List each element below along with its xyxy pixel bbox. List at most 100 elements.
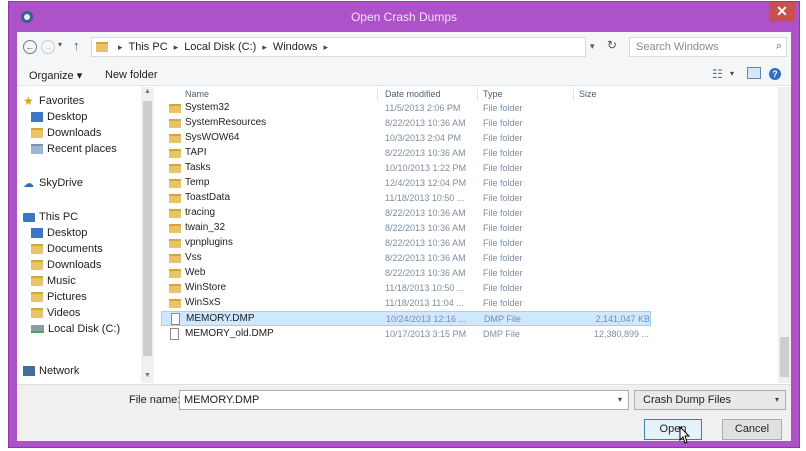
scroll-thumb[interactable] [780, 337, 789, 377]
file-row[interactable]: vpnplugins 8/22/2013 10:36 AM File folde… [161, 236, 651, 251]
folder-icon [169, 149, 181, 158]
nav-this-pc[interactable]: This PC [23, 209, 78, 225]
column-name[interactable]: Name [185, 89, 209, 99]
file-row[interactable]: WinSxS 11/18/2013 11:04 ... File folder [161, 296, 651, 311]
nav-pc-downloads[interactable]: Downloads [31, 257, 101, 273]
folder-icon [169, 239, 181, 248]
search-icon[interactable]: ⌕ [776, 40, 782, 53]
nav-skydrive[interactable]: ☁ SkyDrive [23, 175, 83, 191]
file-row[interactable]: tracing 8/22/2013 10:36 AM File folder [161, 206, 651, 221]
nav-documents[interactable]: Documents [31, 241, 103, 257]
nav-network[interactable]: Network [23, 363, 79, 379]
file-row[interactable]: System32 11/5/2013 2:06 PM File folder [161, 101, 651, 116]
chevron-down-icon[interactable]: ▾ [618, 395, 622, 404]
file-name-input[interactable]: MEMORY.DMP ▾ [179, 390, 629, 410]
column-headers: Name Date modified Type Size [161, 87, 778, 101]
new-folder-button[interactable]: New folder [105, 69, 158, 81]
recent-locations-button[interactable]: ▾ [58, 40, 62, 49]
chevron-down-icon[interactable]: ▾ [590, 41, 595, 52]
file-row[interactable]: TAPI 8/22/2013 10:36 AM File folder [161, 146, 651, 161]
file-date: 10/17/2013 3:15 PM [385, 329, 467, 339]
recent-places-icon [31, 144, 43, 154]
nav-label: Local Disk (C:) [48, 323, 121, 335]
view-options-icon[interactable]: ☷ [712, 67, 723, 81]
file-type: File folder [483, 103, 523, 113]
chevron-down-icon[interactable]: ▾ [775, 395, 779, 404]
breadcrumb-local-disk[interactable]: Local Disk (C:) [184, 41, 256, 53]
network-icon [23, 366, 35, 376]
nav-favorites[interactable]: ★ Favorites [23, 93, 84, 109]
file-type: File folder [483, 253, 523, 263]
file-row[interactable]: twain_32 8/22/2013 10:36 AM File folder [161, 221, 651, 236]
nav-label: This PC [39, 211, 79, 223]
open-button[interactable]: Open [644, 419, 702, 440]
cancel-button[interactable]: Cancel [722, 419, 782, 440]
preview-pane-icon[interactable] [747, 67, 761, 79]
column-size[interactable]: Size [579, 89, 597, 99]
nav-pc-desktop[interactable]: Desktop [31, 225, 87, 241]
folder-icon [169, 224, 181, 233]
file-date: 12/4/2013 12:04 PM [385, 178, 467, 188]
nav-label: Videos [47, 307, 81, 319]
nav-desktop[interactable]: Desktop [31, 109, 87, 125]
file-row[interactable]: ToastData 11/18/2013 10:50 ... File fold… [161, 191, 651, 206]
search-input[interactable]: Search Windows ⌕ [629, 37, 787, 57]
file-row[interactable]: Temp 12/4/2013 12:04 PM File folder [161, 176, 651, 191]
back-button[interactable]: ← [23, 40, 37, 54]
nav-label: Desktop [47, 111, 88, 123]
file-row[interactable]: Tasks 10/10/2013 1:22 PM File folder [161, 161, 651, 176]
scroll-down-icon[interactable]: ▼ [144, 372, 151, 379]
file-size: 12,380,899 ... [593, 329, 649, 339]
nav-recent-places[interactable]: Recent places [31, 141, 117, 157]
nav-local-disk[interactable]: Local Disk (C:) [31, 321, 120, 337]
column-type[interactable]: Type [483, 89, 503, 99]
nav-downloads[interactable]: Downloads [31, 125, 101, 141]
up-button[interactable]: ↑ [73, 38, 80, 53]
file-name: vpnplugins [185, 237, 233, 248]
file-name: MEMORY.DMP [186, 313, 255, 324]
file-list: Name Date modified Type Size System32 11… [161, 87, 778, 383]
file-list-scrollbar[interactable] [778, 87, 791, 383]
file-type: DMP File [483, 329, 520, 339]
nav-videos[interactable]: Videos [31, 305, 80, 321]
help-icon[interactable]: ? [769, 68, 781, 80]
nav-label: Favorites [39, 95, 85, 107]
column-divider[interactable] [477, 87, 478, 101]
file-row[interactable]: Web 8/22/2013 10:36 AM File folder [161, 266, 651, 281]
file-row[interactable]: SysWOW64 10/3/2013 2:04 PM File folder [161, 131, 651, 146]
file-date: 8/22/2013 10:36 AM [385, 118, 466, 128]
column-divider[interactable] [377, 87, 378, 101]
file-row[interactable]: SystemResources 8/22/2013 10:36 AM File … [161, 116, 651, 131]
close-button[interactable]: ✕ [769, 2, 795, 22]
file-type-filter[interactable]: Crash Dump Files ▾ [634, 390, 786, 410]
file-row[interactable]: MEMORY_old.DMP 10/17/2013 3:15 PM DMP Fi… [161, 327, 651, 342]
file-type: File folder [483, 208, 523, 218]
forward-button[interactable]: → [41, 40, 55, 54]
scroll-thumb[interactable] [143, 101, 152, 356]
file-row-selected[interactable]: MEMORY.DMP 10/24/2013 12:16 ... DMP File… [161, 311, 651, 326]
nav-pictures[interactable]: Pictures [31, 289, 87, 305]
file-date: 8/22/2013 10:36 AM [385, 148, 466, 158]
file-row[interactable]: WinStore 11/18/2013 10:50 ... File folde… [161, 281, 651, 296]
file-date: 8/22/2013 10:36 AM [385, 208, 466, 218]
title-bar: Open Crash Dumps ✕ [9, 2, 799, 32]
computer-icon [23, 212, 35, 222]
path-breadcrumb[interactable]: ▸ This PC ▸ Local Disk (C:) ▸ Windows ▸ [91, 37, 586, 57]
chevron-right-icon: ▸ [118, 41, 123, 52]
file-name: System32 [185, 102, 230, 113]
file-row[interactable]: Vss 8/22/2013 10:36 AM File folder [161, 251, 651, 266]
file-name: Web [185, 267, 206, 278]
window-title: Open Crash Dumps [350, 10, 458, 24]
nav-scrollbar[interactable]: ▲ ▼ [141, 87, 154, 383]
breadcrumb-windows[interactable]: Windows [273, 41, 318, 53]
chevron-down-icon[interactable]: ▾ [730, 69, 734, 78]
breadcrumb-this-pc[interactable]: This PC [129, 41, 168, 53]
refresh-icon[interactable]: ↻ [607, 38, 617, 52]
column-date-modified[interactable]: Date modified [385, 89, 441, 99]
organize-button[interactable]: Organize ▾ [29, 69, 82, 82]
folder-icon [169, 254, 181, 263]
file-type: File folder [483, 298, 523, 308]
nav-music[interactable]: Music [31, 273, 76, 289]
column-divider[interactable] [573, 87, 574, 101]
scroll-up-icon[interactable]: ▲ [144, 88, 151, 95]
